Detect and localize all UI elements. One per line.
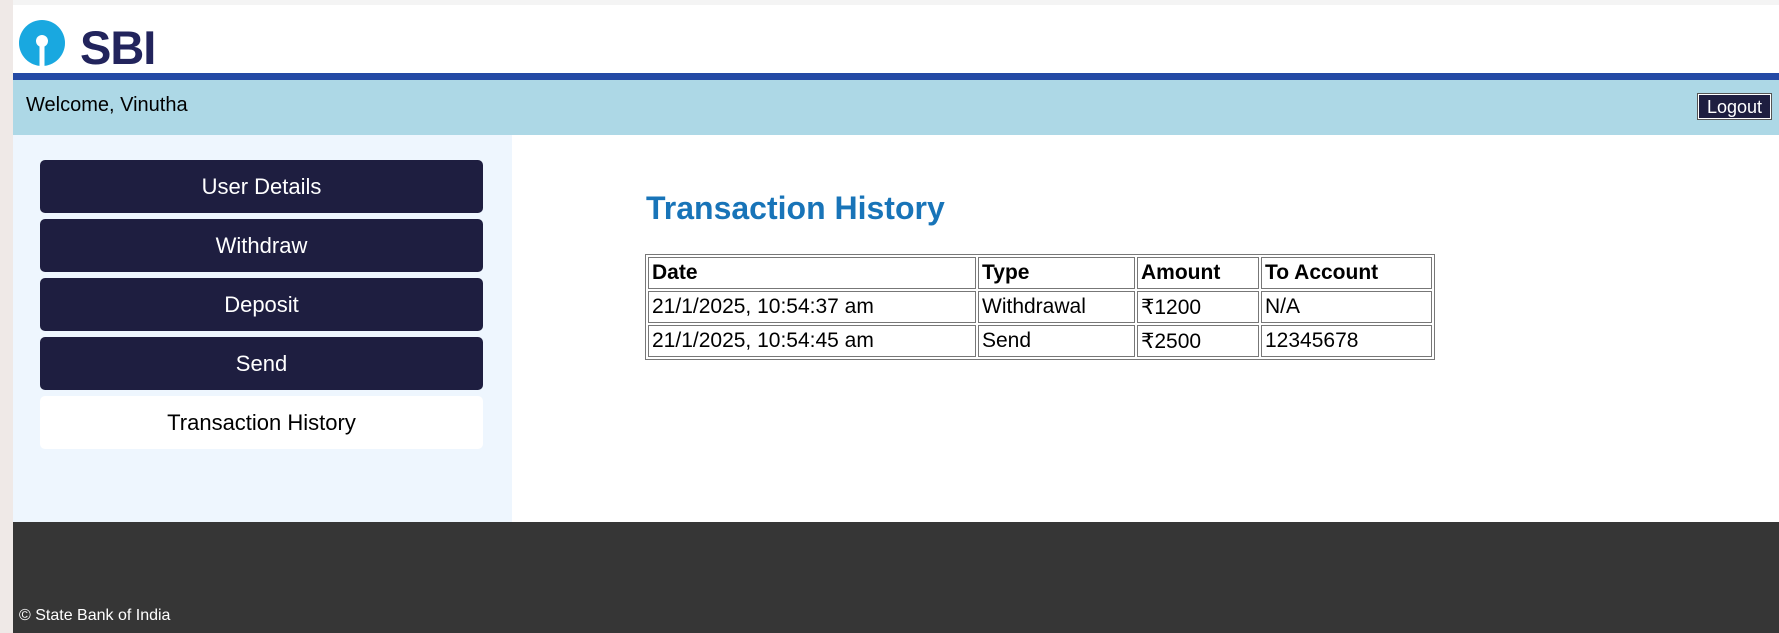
main-content: Transaction History Date Type Amount To … xyxy=(512,135,1779,522)
app-container: SBI Welcome, Vinutha Logout User Details… xyxy=(13,5,1779,633)
brand-name: SBI xyxy=(80,21,156,74)
sidebar-item-transaction-history[interactable]: Transaction History xyxy=(40,396,483,449)
sbi-keyhole-icon xyxy=(19,19,65,66)
column-header-date: Date xyxy=(648,257,976,289)
sidebar-item-user-details[interactable]: User Details xyxy=(40,160,483,213)
sidebar-item-send[interactable]: Send xyxy=(40,337,483,390)
cell-amount: ₹2500 xyxy=(1137,325,1259,357)
welcome-message: Welcome, Vinutha xyxy=(26,94,188,116)
sidebar-item-deposit[interactable]: Deposit xyxy=(40,278,483,331)
footer: © State Bank of India xyxy=(13,522,1779,633)
table-header-row: Date Type Amount To Account xyxy=(648,257,1432,289)
logo-bar: SBI xyxy=(13,5,1779,75)
column-header-type: Type xyxy=(978,257,1135,289)
sbi-logo: SBI xyxy=(19,10,156,75)
window-left-edge xyxy=(0,0,13,633)
column-header-amount: Amount xyxy=(1137,257,1259,289)
cell-amount: ₹1200 xyxy=(1137,291,1259,323)
welcome-bar: Welcome, Vinutha Logout xyxy=(13,80,1779,135)
cell-type: Withdrawal xyxy=(978,291,1135,323)
cell-to-account: 12345678 xyxy=(1261,325,1432,357)
table-row: 21/1/2025, 10:54:45 am Send ₹2500 123456… xyxy=(648,325,1432,357)
logout-button[interactable]: Logout xyxy=(1696,93,1773,120)
column-header-to-account: To Account xyxy=(1261,257,1432,289)
cell-type: Send xyxy=(978,325,1135,357)
page-title: Transaction History xyxy=(646,190,945,226)
header-accent-line xyxy=(13,73,1779,80)
table-row: 21/1/2025, 10:54:37 am Withdrawal ₹1200 … xyxy=(648,291,1432,323)
copyright-text: © State Bank of India xyxy=(19,607,171,624)
transaction-table: Date Type Amount To Account 21/1/2025, 1… xyxy=(645,254,1435,360)
cell-date: 21/1/2025, 10:54:37 am xyxy=(648,291,976,323)
sidebar-item-withdraw[interactable]: Withdraw xyxy=(40,219,483,272)
cell-to-account: N/A xyxy=(1261,291,1432,323)
sidebar: User Details Withdraw Deposit Send Trans… xyxy=(13,135,512,522)
cell-date: 21/1/2025, 10:54:45 am xyxy=(648,325,976,357)
